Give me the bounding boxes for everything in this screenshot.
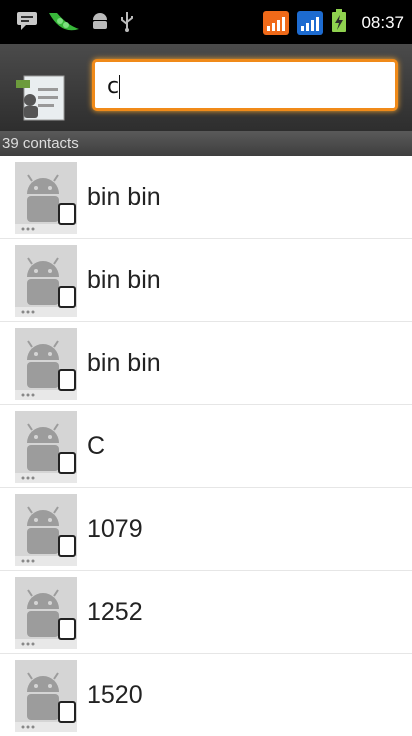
default-contact-avatar-icon[interactable] xyxy=(15,411,77,483)
list-item[interactable]: bin bin xyxy=(0,239,412,321)
battery-charging-icon xyxy=(331,9,347,37)
message-icon xyxy=(16,11,38,35)
contact-name: 1252 xyxy=(87,598,143,626)
default-contact-avatar-icon[interactable] xyxy=(15,328,77,400)
search-input[interactable]: c xyxy=(92,59,398,111)
contact-name: bin bin xyxy=(87,349,161,377)
status-bar: 08:37 xyxy=(0,0,412,44)
default-contact-avatar-icon[interactable] xyxy=(15,162,77,234)
list-item[interactable]: 1079 xyxy=(0,488,412,570)
pea-pod-icon xyxy=(47,9,81,37)
list-item[interactable]: C xyxy=(0,405,412,487)
contact-name: bin bin xyxy=(87,266,161,294)
list-item[interactable]: bin bin xyxy=(0,156,412,238)
default-contact-avatar-icon[interactable] xyxy=(15,245,77,317)
list-item[interactable]: bin bin xyxy=(0,322,412,404)
search-input-value: c xyxy=(107,74,120,99)
list-item[interactable]: 1520 xyxy=(0,654,412,736)
android-robot-icon xyxy=(90,11,110,35)
default-contact-avatar-icon[interactable] xyxy=(15,494,77,566)
list-item[interactable]: 1252 xyxy=(0,571,412,653)
signal-orange-icon xyxy=(263,11,290,35)
text-caret xyxy=(119,75,121,99)
contact-name: 1079 xyxy=(87,515,143,543)
signal-blue-icon xyxy=(297,11,324,35)
usb-icon xyxy=(119,10,135,36)
contacts-app-icon[interactable] xyxy=(14,74,72,126)
contact-name: bin bin xyxy=(87,183,161,211)
clock: 08:37 xyxy=(361,13,404,32)
contact-name: C xyxy=(87,432,106,460)
default-contact-avatar-icon[interactable] xyxy=(15,577,77,649)
contacts-count: 39 contacts xyxy=(0,131,412,156)
contact-name: 1520 xyxy=(87,681,143,709)
default-contact-avatar-icon[interactable] xyxy=(15,660,77,732)
search-header: c xyxy=(0,44,412,131)
